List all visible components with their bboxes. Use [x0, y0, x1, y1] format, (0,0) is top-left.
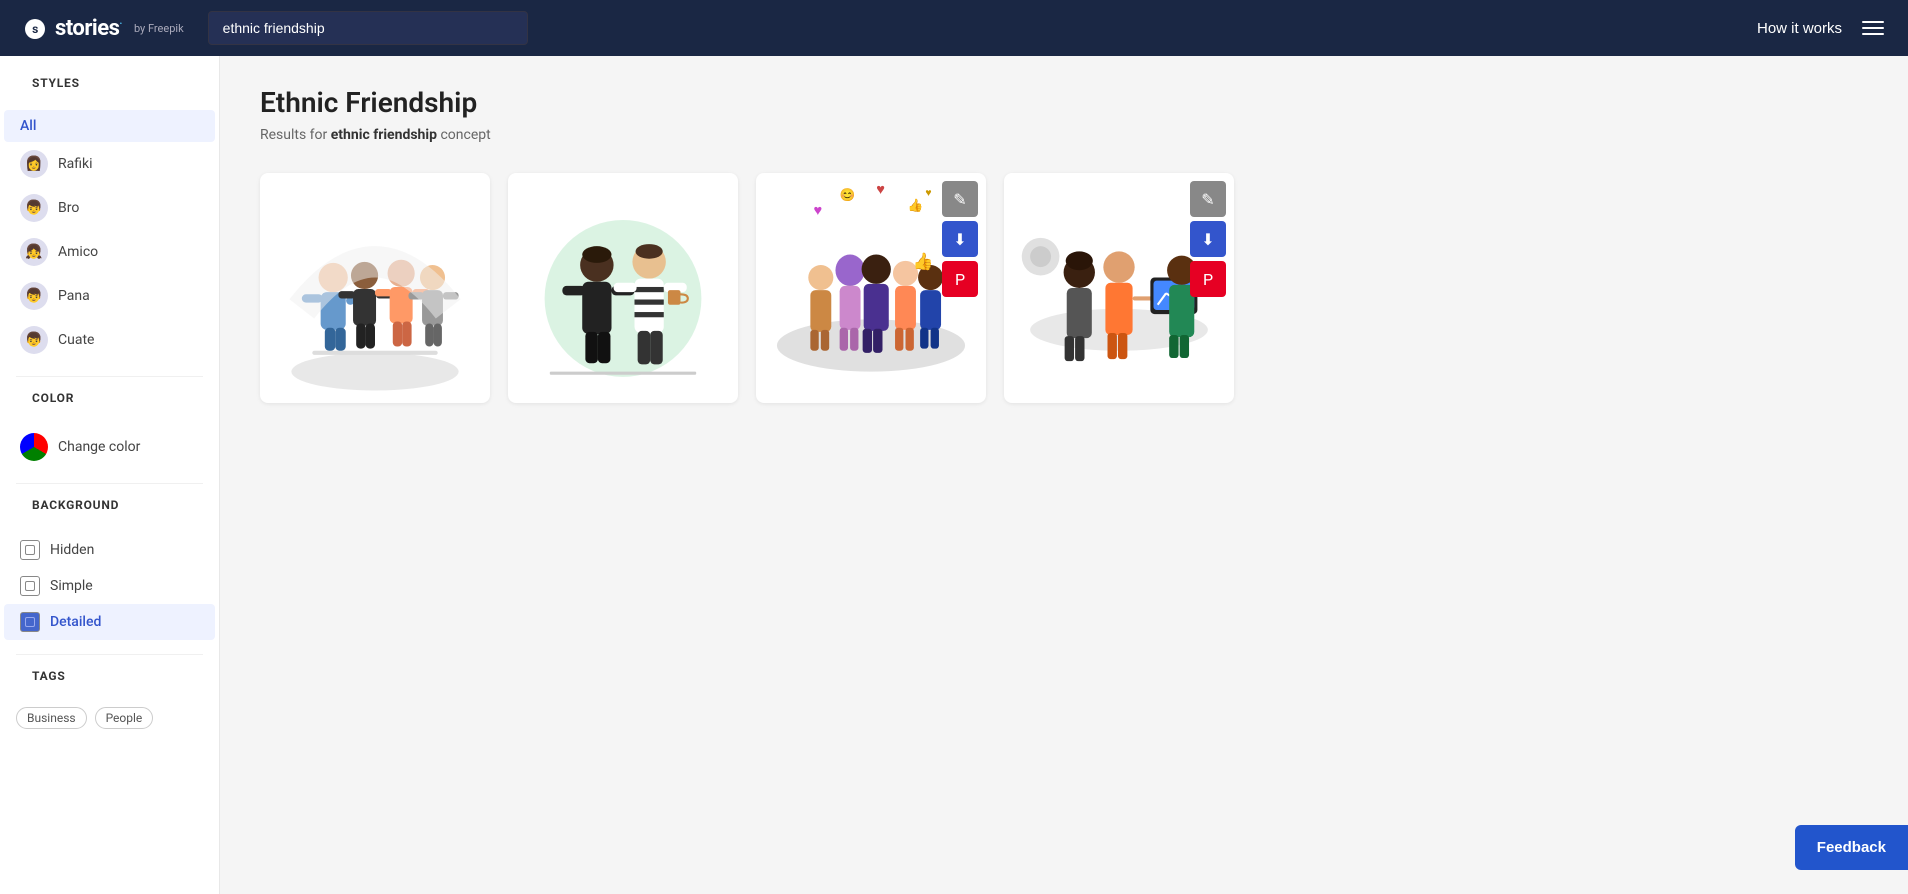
hamburger-line-3 — [1862, 33, 1884, 35]
simple-bg-icon — [20, 576, 40, 596]
card-3-actions: ✎ ⬇ P — [942, 181, 978, 297]
bro-avatar: 👦 — [20, 194, 48, 222]
svg-text:♥: ♥ — [925, 186, 931, 199]
sidebar: STYLES All 👩 Rafiki 👦 Bro 👧 Amico 👦 Pana… — [0, 56, 220, 894]
color-section-header: COLOR — [0, 391, 219, 425]
card-4-edit-button[interactable]: ✎ — [1190, 181, 1226, 217]
tags-area: Business People — [0, 701, 219, 747]
pinterest-icon: P — [955, 270, 965, 289]
sidebar-item-amico[interactable]: 👧 Amico — [4, 230, 215, 274]
logo-icon: s — [24, 18, 46, 40]
rafiki-avatar: 👩 — [20, 150, 48, 178]
sidebar-item-pana[interactable]: 👦 Pana — [4, 274, 215, 318]
tags-section-header: TAGS — [0, 669, 219, 701]
results-keyword: ethnic friendship — [331, 127, 437, 143]
detailed-label: Detailed — [50, 614, 101, 630]
sidebar-item-detailed[interactable]: Detailed — [4, 604, 215, 640]
sidebar-item-simple[interactable]: Simple — [4, 568, 215, 604]
card-4-pinterest-button[interactable]: P — [1190, 261, 1226, 297]
hamburger-line-2 — [1862, 27, 1884, 29]
color-circle-icon — [20, 433, 48, 461]
svg-text:👍: 👍 — [913, 251, 934, 272]
logo-text: s stories· — [24, 16, 122, 41]
pana-label: Pana — [58, 288, 90, 304]
search-input[interactable] — [208, 11, 528, 45]
change-color-label: Change color — [58, 439, 140, 455]
styles-section-header: STYLES — [0, 76, 219, 110]
amico-avatar: 👧 — [20, 238, 48, 266]
pinterest-icon-2: P — [1203, 270, 1213, 289]
tag-people[interactable]: People — [95, 707, 154, 729]
svg-text:👍: 👍 — [908, 198, 924, 214]
hidden-label: Hidden — [50, 542, 94, 558]
tag-business[interactable]: Business — [16, 707, 87, 729]
color-title: COLOR — [16, 391, 203, 415]
logo-dot: · — [119, 18, 122, 29]
svg-text:😊: 😊 — [840, 188, 856, 203]
tags-title: TAGS — [16, 669, 203, 693]
image-card-3[interactable]: ♥ 😊 ♥ 👍 ♥ — [756, 173, 986, 403]
card-3-edit-button[interactable]: ✎ — [942, 181, 978, 217]
bro-label: Bro — [58, 200, 79, 216]
image-card-4[interactable]: ✎ ⬇ P — [1004, 173, 1234, 403]
results-suffix: concept — [437, 127, 491, 143]
card-3-pinterest-button[interactable]: P — [942, 261, 978, 297]
pana-avatar: 👦 — [20, 282, 48, 310]
cuate-label: Cuate — [58, 332, 94, 348]
detailed-bg-icon — [20, 612, 40, 632]
sidebar-item-cuate[interactable]: 👦 Cuate — [4, 318, 215, 362]
background-section-header: BACKGROUND — [0, 498, 219, 532]
sidebar-item-hidden[interactable]: Hidden — [4, 532, 215, 568]
cuate-avatar: 👦 — [20, 326, 48, 354]
divider-3 — [16, 654, 203, 655]
change-color-button[interactable]: Change color — [4, 425, 215, 469]
background-title: BACKGROUND — [16, 498, 203, 522]
page-title: Ethnic Friendship — [260, 86, 1868, 119]
menu-button[interactable] — [1862, 21, 1884, 35]
main-content: Ethnic Friendship Results for ethnic fri… — [220, 56, 1908, 894]
all-label: All — [20, 118, 36, 134]
hidden-bg-icon — [20, 540, 40, 560]
download-icon-2: ⬇ — [1201, 230, 1214, 249]
divider-1 — [16, 376, 203, 377]
logo-byline: by Freepik — [134, 22, 184, 35]
illustration-1 — [260, 173, 490, 403]
svg-text:♥: ♥ — [814, 201, 823, 219]
results-text: Results for ethnic friendship concept — [260, 127, 1868, 143]
sidebar-item-bro[interactable]: 👦 Bro — [4, 186, 215, 230]
simple-label: Simple — [50, 578, 93, 594]
image-card-1[interactable] — [260, 173, 490, 403]
hidden-bg-icon-inner — [25, 545, 35, 555]
feedback-button[interactable]: Feedback — [1795, 825, 1908, 870]
amico-label: Amico — [58, 244, 98, 260]
svg-text:s: s — [32, 22, 38, 36]
card-3-download-button[interactable]: ⬇ — [942, 221, 978, 257]
illustration-2 — [508, 173, 738, 403]
image-card-2[interactable] — [508, 173, 738, 403]
logo: s stories· by Freepik — [24, 16, 184, 41]
detailed-bg-icon-inner — [25, 617, 35, 627]
sidebar-item-rafiki[interactable]: 👩 Rafiki — [4, 142, 215, 186]
main-layout: STYLES All 👩 Rafiki 👦 Bro 👧 Amico 👦 Pana… — [0, 56, 1908, 894]
svg-text:♥: ♥ — [876, 180, 885, 198]
simple-bg-icon-inner — [25, 581, 35, 591]
hamburger-line-1 — [1862, 21, 1884, 23]
header-right: How it works — [1757, 20, 1884, 37]
image-grid: ♥ 😊 ♥ 👍 ♥ — [260, 173, 1868, 403]
styles-title: STYLES — [16, 76, 203, 100]
how-it-works-button[interactable]: How it works — [1757, 20, 1842, 37]
rafiki-label: Rafiki — [58, 156, 93, 172]
app-header: s stories· by Freepik How it works — [0, 0, 1908, 56]
divider-2 — [16, 483, 203, 484]
card-4-actions: ✎ ⬇ P — [1190, 181, 1226, 297]
edit-icon-2: ✎ — [1201, 190, 1214, 209]
edit-icon: ✎ — [953, 190, 966, 209]
card-4-download-button[interactable]: ⬇ — [1190, 221, 1226, 257]
download-icon: ⬇ — [953, 230, 966, 249]
sidebar-item-all[interactable]: All — [4, 110, 215, 142]
